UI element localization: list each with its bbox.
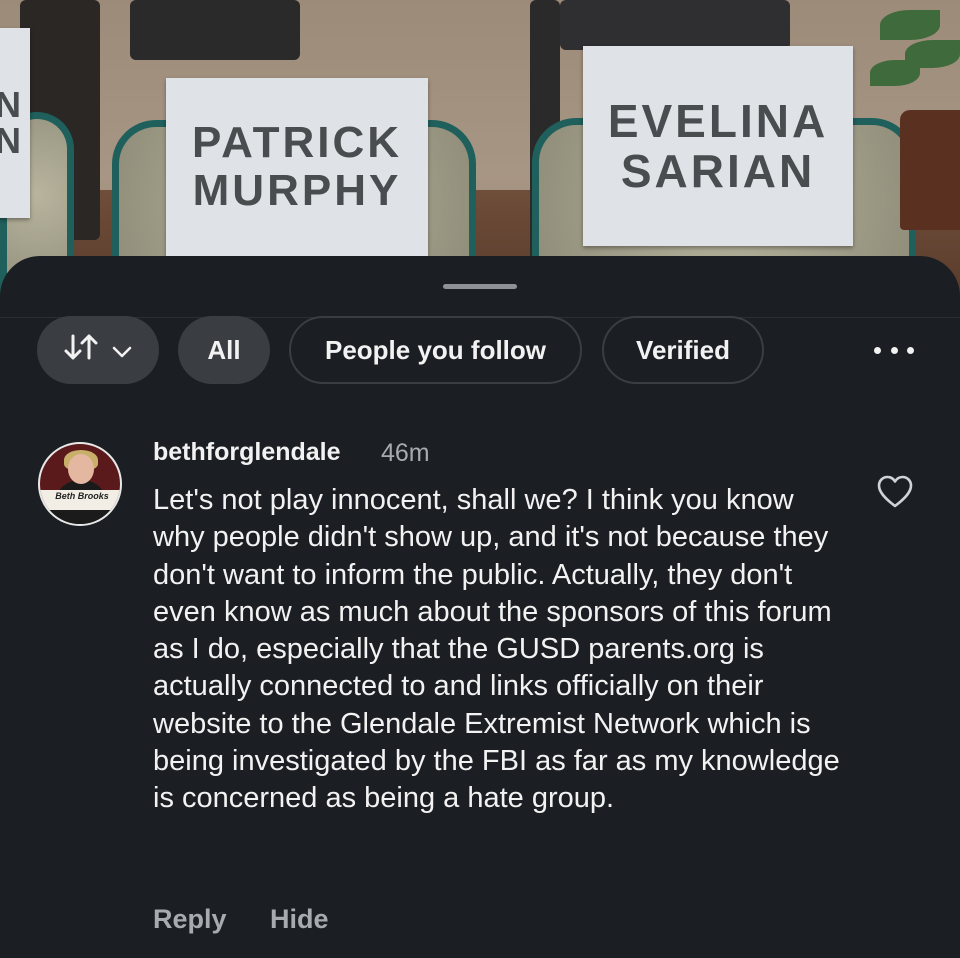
chair-back xyxy=(130,0,300,60)
hide-button[interactable]: Hide xyxy=(270,904,329,934)
drag-handle[interactable] xyxy=(443,284,517,289)
name-card-patrick: PATRICK MURPHY xyxy=(166,78,428,256)
comment-actions: Reply Hide xyxy=(153,904,365,935)
plant-leaf xyxy=(880,10,940,40)
sort-button[interactable] xyxy=(37,316,159,384)
like-heart-icon[interactable] xyxy=(877,475,913,509)
comment-body: Let's not play innocent, shall we? I thi… xyxy=(153,484,840,815)
reply-button[interactable]: Reply xyxy=(153,904,227,934)
comment-username[interactable]: bethforglendale xyxy=(153,438,341,467)
filter-all-chip[interactable]: All xyxy=(178,316,270,384)
filter-verified-chip[interactable]: Verified xyxy=(602,316,764,384)
filter-bar: All People you follow Verified xyxy=(0,316,960,386)
comments-sheet: All People you follow Verified Beth Broo… xyxy=(0,256,960,958)
more-options-icon[interactable] xyxy=(874,336,914,364)
name-card-evelina: EVELINA SARIAN xyxy=(583,46,853,246)
chair-back xyxy=(560,0,790,50)
plant-pot xyxy=(900,110,960,230)
name-card-partial: N N xyxy=(0,28,30,218)
sort-arrows-icon xyxy=(63,332,99,369)
chevron-down-icon xyxy=(111,335,133,366)
avatar[interactable]: Beth Brooks xyxy=(38,442,122,526)
comment-timestamp: 46m xyxy=(381,439,430,467)
filter-people-you-follow-chip[interactable]: People you follow xyxy=(289,316,582,384)
plant-leaf xyxy=(870,60,920,86)
